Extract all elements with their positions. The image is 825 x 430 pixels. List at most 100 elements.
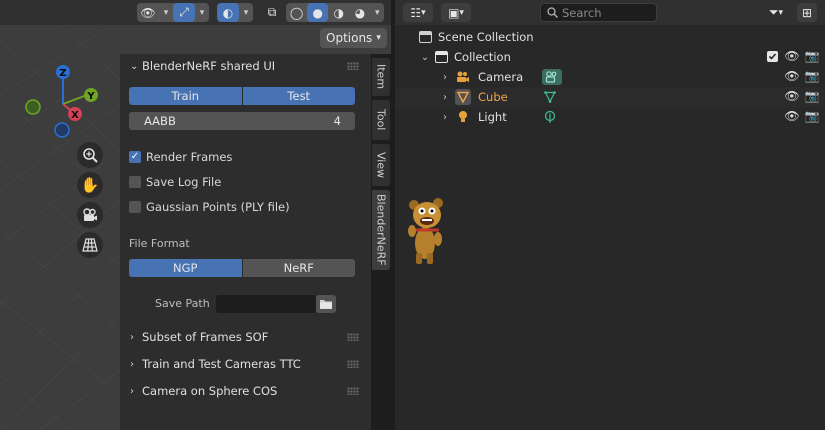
light-data-icon[interactable] (542, 109, 558, 125)
save-path-label: Save Path (155, 297, 210, 310)
collection-row[interactable]: ⌄ Collection 👁 📷 (395, 47, 825, 67)
chevron-down-icon[interactable]: ▾ (159, 8, 173, 18)
train-tab[interactable]: Train (129, 87, 242, 105)
camera-icon (455, 69, 471, 85)
chevron-right-icon[interactable]: › (439, 92, 451, 103)
search-input[interactable]: Search (540, 3, 657, 22)
outliner: ☷ ▾ ▣ ▾ Search ⏷ ▾ ⊞ Scene Collection ⌄ Col… (395, 0, 825, 430)
folder-icon[interactable] (316, 295, 336, 313)
camera-render-icon[interactable]: 📷 (805, 69, 820, 83)
light-icon (455, 109, 471, 125)
camera-render-icon[interactable]: 📷 (805, 109, 820, 123)
rendered-shading-icon[interactable]: ◕ (349, 3, 370, 22)
mesh-cube-icon (455, 89, 471, 105)
tab-tool-label: Tool (374, 109, 388, 131)
subpanel-cos-label: Camera on Sphere COS (142, 384, 278, 398)
filter-dropdown[interactable]: ⏷ ▾ (761, 3, 791, 22)
shading-group: ◯ ● ◑ ◕ ▾ (286, 3, 384, 22)
drag-handle-icon[interactable] (347, 62, 359, 70)
outliner-tree-icon: ☷ (410, 5, 422, 20)
gizmo-z-label: Z (59, 68, 66, 79)
collection-icon (433, 49, 449, 65)
cube-toggles: 👁 📷 (784, 89, 820, 103)
eye-icon[interactable]: 👁 (784, 89, 799, 103)
train-test-toggle: Train Test (129, 87, 355, 105)
new-collection-icon[interactable]: ⊞ (797, 3, 817, 22)
perspective-grid-icon[interactable] (77, 232, 103, 258)
tab-view-label: View (374, 151, 388, 179)
drag-handle-icon[interactable] (347, 387, 359, 395)
scene-collection-icon (417, 29, 433, 45)
outliner-tree: Scene Collection ⌄ Collection 👁 📷 › Came… (395, 25, 825, 430)
tab-item[interactable]: Item (372, 58, 390, 96)
outliner-item-light[interactable]: › Light 👁 📷 (395, 107, 825, 127)
camera-data-icon[interactable] (542, 69, 562, 85)
chevron-down-icon[interactable]: ⌄ (419, 52, 431, 63)
scene-collection-row[interactable]: Scene Collection (395, 27, 825, 47)
gaussian-points-label: Gaussian Points (PLY file) (146, 200, 290, 214)
camera-render-icon[interactable]: 📷 (805, 89, 820, 103)
tab-view[interactable]: View (372, 144, 390, 186)
sidebar-tabs: Item Tool View BlenderNeRF (371, 54, 391, 430)
outliner-item-cube[interactable]: › Cube 👁 📷 (395, 87, 825, 107)
save-log-file-label: Save Log File (146, 175, 222, 189)
aabb-field[interactable]: AABB 4 (129, 112, 355, 130)
options-label: Options (326, 31, 373, 45)
scene-collection-label: Scene Collection (438, 30, 534, 44)
drag-handle-icon[interactable] (347, 360, 359, 368)
test-tab[interactable]: Test (241, 87, 355, 105)
nerf-option[interactable]: NeRF (241, 259, 355, 277)
gizmo-toggle-icon[interactable]: ⤢ (173, 3, 195, 22)
display-mode-dropdown[interactable]: ☷ ▾ (403, 3, 433, 22)
chevron-down-icon[interactable]: ▾ (239, 8, 253, 18)
eye-dropdown-icon[interactable]: 👁 (137, 3, 159, 22)
panel-header-sof[interactable]: › Subset of Frames SOF (120, 325, 371, 349)
camera-toggles: 👁 📷 (784, 69, 820, 83)
ngp-option[interactable]: NGP (129, 259, 242, 277)
chevron-right-icon: › (130, 331, 134, 343)
options-dropdown[interactable]: Options ▾ (320, 28, 387, 48)
navigation-gizmo[interactable]: Z Y X (20, 60, 110, 150)
outliner-item-camera[interactable]: › Camera 👁 📷 (395, 67, 825, 87)
file-format-label: File Format (129, 237, 190, 250)
exclude-checkbox-icon[interactable] (765, 49, 779, 63)
save-log-file-checkbox[interactable]: Save Log File (129, 173, 221, 191)
filter-funnel-icon: ⏷ (768, 5, 779, 19)
xray-icon[interactable]: ⧉ (262, 3, 282, 22)
panel-title: BlenderNeRF shared UI (142, 59, 276, 73)
tab-blendernerf[interactable]: BlenderNeRF (372, 190, 390, 270)
wireframe-shading-icon[interactable]: ◯ (286, 3, 307, 22)
tab-blendernerf-label: BlenderNeRF (374, 194, 388, 266)
eye-icon[interactable]: 👁 (784, 109, 799, 123)
chevron-down-icon: ⌄ (130, 60, 139, 72)
overlays-icon[interactable]: ◐ (217, 3, 239, 22)
pan-hand-icon[interactable]: ✋ (77, 172, 103, 198)
eye-icon[interactable]: 👁 (784, 49, 799, 63)
chevron-right-icon[interactable]: › (439, 112, 451, 123)
camera-view-icon[interactable] (77, 202, 103, 228)
3d-viewport[interactable]: 👁 ▾ ⤢ ▾ ◐ ▾ ⧉ ◯ ● ◑ ◕ ▾ Options ▾ Z Y X … (0, 0, 391, 430)
solid-shading-icon[interactable]: ● (307, 3, 329, 22)
chevron-down-icon[interactable]: ▾ (371, 8, 384, 18)
save-path-input[interactable] (216, 295, 316, 313)
panel-header-ttc[interactable]: › Train and Test Cameras TTC (120, 352, 371, 376)
filter-view-dropdown[interactable]: ▣ ▾ (441, 3, 471, 22)
panel-header-cos[interactable]: › Camera on Sphere COS (120, 379, 371, 403)
xray-group: ⧉ (262, 3, 282, 22)
chevron-down-icon[interactable]: ▾ (195, 8, 209, 18)
mesh-data-icon[interactable] (542, 89, 558, 105)
light-toggles: 👁 📷 (784, 109, 820, 123)
zoom-icon[interactable] (77, 142, 103, 168)
search-placeholder: Search (562, 5, 602, 20)
eye-icon[interactable]: 👁 (784, 69, 799, 83)
material-shading-icon[interactable]: ◑ (328, 3, 349, 22)
panel-header-blendernerf[interactable]: ⌄ BlenderNeRF shared UI (120, 54, 371, 78)
gaussian-points-checkbox[interactable]: Gaussian Points (PLY file) (129, 198, 290, 216)
tab-item-label: Item (374, 64, 388, 90)
chevron-right-icon[interactable]: › (439, 72, 451, 83)
tab-tool[interactable]: Tool (372, 100, 390, 140)
render-frames-checkbox[interactable]: ✓ Render Frames (129, 148, 232, 166)
chevron-down-icon: ▾ (778, 7, 784, 18)
drag-handle-icon[interactable] (347, 333, 359, 341)
camera-render-icon[interactable]: 📷 (805, 49, 820, 63)
